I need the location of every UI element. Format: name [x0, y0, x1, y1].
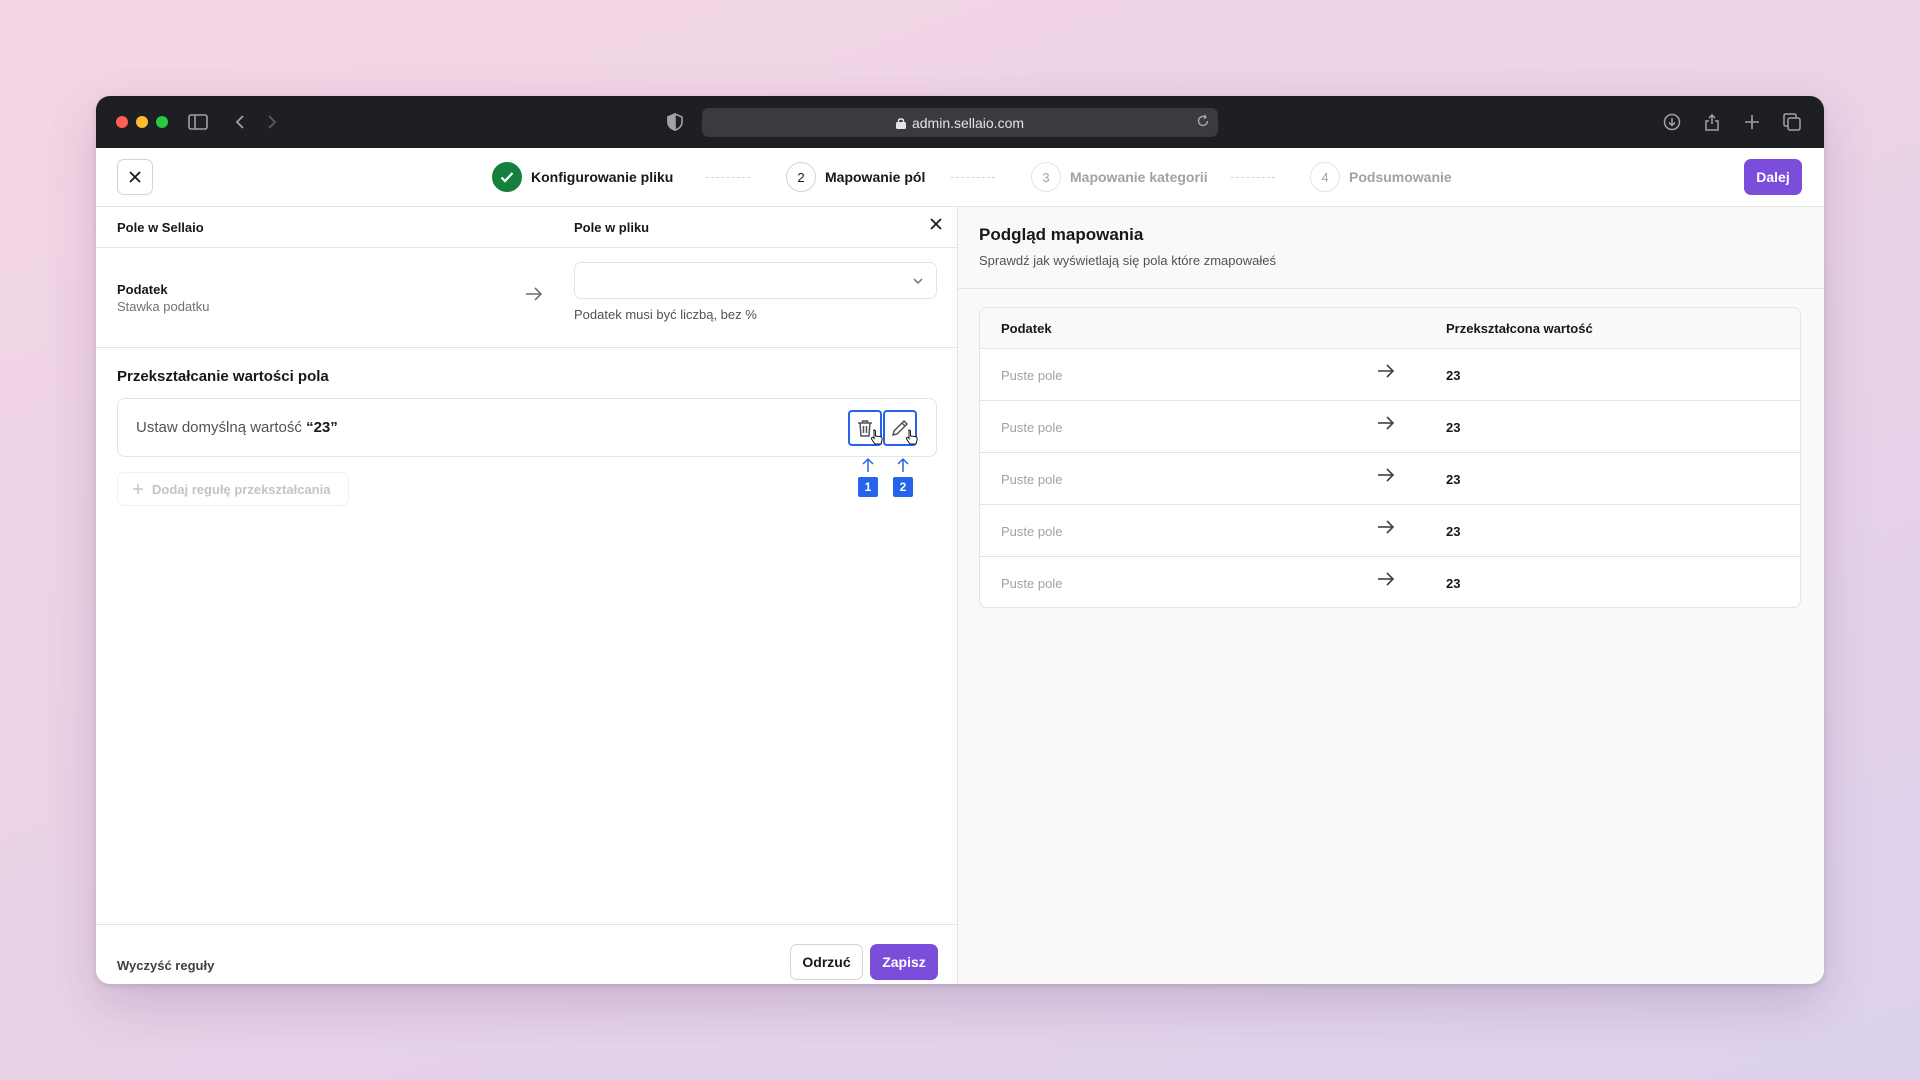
browser-window: admin.sellaio.com Konfigurowanie pliku 2… — [96, 96, 1824, 984]
arrow-up-icon — [861, 457, 875, 478]
preview-header: Podgląd mapowania Sprawdź jak wyświetlaj… — [958, 207, 1824, 289]
rule-description: Ustaw domyślną wartość “23” — [136, 419, 338, 436]
field-mapping-row: Podatek Stawka podatku Podatek musi być … — [96, 248, 958, 348]
maximize-window-button[interactable] — [156, 116, 168, 128]
step-number: 2 — [786, 162, 816, 192]
edit-rule-button[interactable] — [883, 410, 918, 446]
step-label: Konfigurowanie pliku — [531, 169, 674, 185]
rule-value: “23” — [306, 419, 338, 436]
check-icon — [492, 162, 522, 192]
source-value: Puste pole — [1001, 420, 1063, 435]
annotation-marker: 1 — [858, 477, 878, 497]
lock-icon — [895, 117, 906, 129]
step-divider — [951, 177, 995, 178]
delete-rule-button[interactable] — [848, 410, 883, 446]
clear-rules-button[interactable]: Wyczyść reguły — [117, 958, 214, 973]
preview-table-header: Podatek Przekształcona wartość — [980, 308, 1800, 349]
step-category-mapping[interactable]: 3 Mapowanie kategorii — [1031, 162, 1208, 192]
step-label: Mapowanie kategorii — [1070, 169, 1208, 185]
new-tab-icon[interactable] — [1738, 108, 1766, 136]
annotation-marker: 2 — [893, 477, 913, 497]
close-window-button[interactable] — [116, 116, 128, 128]
close-wizard-button[interactable] — [117, 159, 153, 195]
add-rule-button[interactable]: Dodaj regułę przekształcania — [117, 472, 349, 506]
arrow-right-icon — [1377, 364, 1395, 381]
arrow-right-icon — [1377, 520, 1395, 537]
back-icon[interactable] — [226, 108, 254, 136]
file-field-select[interactable] — [574, 262, 937, 299]
minimize-window-button[interactable] — [136, 116, 148, 128]
sellaio-field-heading: Pole w Sellaio — [117, 220, 204, 235]
result-value: 23 — [1446, 576, 1461, 591]
sidebar-toggle-icon[interactable] — [184, 108, 212, 136]
pointer-cursor-icon — [870, 429, 884, 450]
forward-icon[interactable] — [258, 108, 286, 136]
arrow-right-icon — [1377, 416, 1395, 433]
add-rule-label: Dodaj regułę przekształcania — [152, 481, 331, 497]
step-file-config[interactable]: Konfigurowanie pliku — [492, 162, 673, 192]
table-row: Puste pole 23 — [980, 557, 1800, 607]
step-summary[interactable]: 4 Podsumowanie — [1310, 162, 1452, 192]
result-value: 23 — [1446, 472, 1461, 487]
step-label: Podsumowanie — [1349, 169, 1452, 185]
result-value: 23 — [1446, 524, 1461, 539]
result-column-heading: Przekształcona wartość — [1446, 321, 1593, 336]
field-description: Stawka podatku — [117, 299, 210, 314]
rule-prefix: Ustaw domyślną wartość — [136, 419, 307, 436]
chevron-down-icon — [912, 274, 924, 292]
step-label: Mapowanie pól — [825, 169, 926, 185]
file-field-heading: Pole w pliku — [574, 220, 650, 235]
plus-icon — [133, 484, 143, 494]
pointer-cursor-icon — [905, 429, 919, 450]
field-hint: Podatek musi być liczbą, bez % — [574, 307, 757, 322]
discard-button[interactable]: Odrzuć — [790, 944, 863, 980]
preview-subtitle: Sprawdź jak wyświetlają się pola które z… — [979, 253, 1276, 268]
close-icon — [129, 171, 141, 183]
step-number: 3 — [1031, 162, 1061, 192]
table-row: Puste pole 23 — [980, 349, 1800, 401]
source-value: Puste pole — [1001, 524, 1063, 539]
result-value: 23 — [1446, 420, 1461, 435]
step-divider — [1231, 177, 1275, 178]
window-controls — [116, 116, 168, 128]
source-column-heading: Podatek — [1001, 321, 1052, 336]
preview-title: Podgląd mapowania — [979, 225, 1144, 244]
table-row: Puste pole 23 — [980, 505, 1800, 557]
privacy-shield-icon[interactable] — [661, 108, 689, 136]
panel-footer: Wyczyść reguły Odrzuć Zapisz — [96, 924, 958, 984]
transform-section-title: Przekształcanie wartości pola — [117, 368, 329, 385]
mapping-preview-panel: Podgląd mapowania Sprawdź jak wyświetlaj… — [958, 207, 1824, 984]
address-bar[interactable]: admin.sellaio.com — [702, 108, 1218, 137]
step-divider — [706, 177, 750, 178]
field-name: Podatek — [117, 282, 168, 297]
arrow-right-icon — [1377, 572, 1395, 589]
transform-rule-card: Ustaw domyślną wartość “23” — [117, 398, 937, 457]
wizard-header: Konfigurowanie pliku 2 Mapowanie pól 3 M… — [96, 148, 1824, 207]
save-button[interactable]: Zapisz — [870, 944, 938, 980]
next-button[interactable]: Dalej — [1744, 159, 1802, 195]
source-value: Puste pole — [1001, 472, 1063, 487]
browser-toolbar: admin.sellaio.com — [96, 96, 1824, 148]
share-icon[interactable] — [1698, 108, 1726, 136]
table-row: Puste pole 23 — [980, 401, 1800, 453]
field-mapping-panel: Pole w Sellaio Pole w pliku Podatek Staw… — [96, 207, 958, 984]
download-icon[interactable] — [1658, 108, 1686, 136]
step-number: 4 — [1310, 162, 1340, 192]
reload-icon[interactable] — [1196, 114, 1210, 131]
close-panel-icon[interactable] — [929, 217, 943, 234]
result-value: 23 — [1446, 368, 1461, 383]
arrow-up-icon — [896, 457, 910, 478]
mapping-column-header: Pole w Sellaio Pole w pliku — [96, 207, 958, 248]
step-field-mapping[interactable]: 2 Mapowanie pól — [786, 162, 925, 192]
tab-overview-icon[interactable] — [1778, 108, 1806, 136]
arrow-right-icon — [1377, 468, 1395, 485]
source-value: Puste pole — [1001, 368, 1063, 383]
preview-table: Podatek Przekształcona wartość Puste pol… — [979, 307, 1801, 608]
url-text: admin.sellaio.com — [911, 114, 1025, 131]
table-row: Puste pole 23 — [980, 453, 1800, 505]
source-value: Puste pole — [1001, 576, 1063, 591]
arrow-right-icon — [525, 287, 543, 306]
